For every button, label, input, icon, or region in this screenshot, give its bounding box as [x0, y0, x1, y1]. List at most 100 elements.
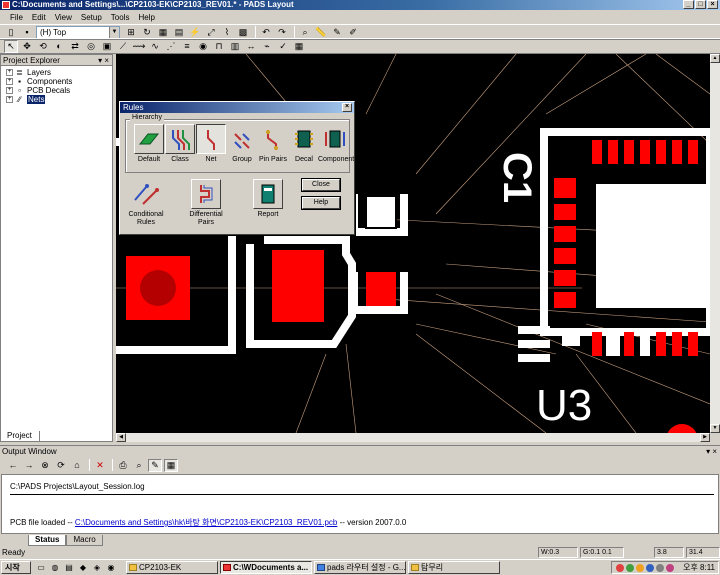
dynamic-route-icon[interactable]: ⟿ — [132, 40, 146, 53]
desktop-icon[interactable]: ▭ — [36, 563, 46, 573]
explorer-icon[interactable]: ▤ — [64, 563, 74, 573]
tab-status[interactable]: Status — [28, 535, 67, 546]
menu-edit[interactable]: Edit — [32, 13, 46, 22]
close-icon[interactable]: ▾ × — [98, 55, 109, 66]
design-toolbar-icon[interactable]: ▦ — [156, 26, 170, 39]
redo-icon[interactable]: ↷ — [275, 26, 289, 39]
measure-icon[interactable]: 📏 — [314, 26, 328, 39]
flip-icon[interactable]: ⇄ — [68, 40, 82, 53]
tree-item-components[interactable]: + ▪ Components — [6, 77, 112, 86]
vertical-scrollbar[interactable]: ▲ ▼ — [710, 54, 720, 433]
bga-icon[interactable]: ▩ — [236, 26, 250, 39]
rule-conditional-button[interactable]: Conditional Rules — [128, 179, 164, 227]
spin-icon[interactable]: ◐ — [52, 40, 66, 53]
find-icon[interactable]: ⌕ — [132, 459, 146, 472]
highlight-icon[interactable]: ✐ — [346, 26, 360, 39]
output-text-area[interactable]: C:\PADS Projects\Layout_Session.log PCB … — [1, 474, 719, 534]
task-pads-layout[interactable]: C:\WDocuments a... — [220, 561, 312, 574]
add-route-icon[interactable]: ⟋ — [116, 40, 130, 53]
rule-decal-button[interactable]: Decal — [287, 124, 321, 164]
tree-item-nets[interactable]: + ∕∕ Nets — [6, 95, 112, 104]
forward-arrow-icon[interactable]: → — [22, 459, 36, 472]
rule-pin-pairs-button[interactable]: Pin Pairs — [256, 124, 290, 164]
bus-route-icon[interactable]: ≡ — [180, 40, 194, 53]
cluster-icon[interactable]: ▣ — [100, 40, 114, 53]
tune-icon[interactable]: ⌁ — [260, 40, 274, 53]
expand-icon[interactable]: + — [6, 96, 13, 103]
app-shortcut-icon[interactable]: ◈ — [92, 563, 102, 573]
scroll-right-icon[interactable]: ▶ — [700, 433, 710, 442]
save-icon[interactable]: ▪ — [20, 26, 34, 39]
chevron-down-icon[interactable]: ▼ — [109, 26, 119, 38]
close-icon[interactable]: × — [342, 103, 352, 112]
task-cp2103[interactable]: CP2103-EK — [126, 561, 218, 574]
maximize-button[interactable]: □ — [695, 0, 706, 9]
horizontal-scrollbar[interactable]: ◀ ▶ — [116, 433, 710, 442]
rule-class-button[interactable]: Class — [163, 124, 197, 164]
rules-icon[interactable]: ▦ — [292, 40, 306, 53]
tree-item-layers[interactable]: + ≣ Layers — [6, 68, 112, 77]
menu-view[interactable]: View — [55, 13, 72, 22]
app-shortcut-icon[interactable]: ◉ — [106, 563, 116, 573]
auto-route-icon[interactable]: ⋰ — [164, 40, 178, 53]
zoom-icon[interactable]: ⌕ — [298, 26, 312, 39]
volume-icon[interactable] — [656, 564, 664, 572]
tab-project[interactable]: Project — [0, 431, 40, 442]
task-explorer[interactable]: 탐무리 — [408, 561, 500, 574]
menu-tools[interactable]: Tools — [111, 13, 130, 22]
rule-component-button[interactable]: Component — [318, 124, 354, 164]
tray-icon[interactable] — [616, 564, 624, 572]
undo-icon[interactable]: ↶ — [259, 26, 273, 39]
drafting-toolbar-icon[interactable]: ▤ — [172, 26, 186, 39]
jumper-icon[interactable]: ⊓ — [212, 40, 226, 53]
macro-icon[interactable]: ✎ — [148, 458, 162, 472]
task-browser[interactable]: pads 라우터 설정 - G... — [314, 561, 406, 574]
select-arrow-icon[interactable]: ↖ — [4, 39, 18, 53]
rule-report-button[interactable]: Report — [250, 179, 286, 219]
ecoa-toolbar-icon[interactable]: ⚡ — [188, 26, 202, 39]
start-button[interactable]: 시작 — [1, 561, 31, 574]
rule-net-button[interactable]: Net — [194, 124, 228, 164]
menu-setup[interactable]: Setup — [81, 13, 102, 22]
browser-icon[interactable]: ◍ — [50, 563, 60, 573]
tree-item-pcb-decals[interactable]: + ▫ PCB Decals — [6, 86, 112, 95]
close-button[interactable]: × — [707, 0, 718, 9]
expand-icon[interactable]: + — [6, 87, 13, 94]
minimize-button[interactable]: _ — [683, 0, 694, 9]
refresh-icon[interactable]: ⟳ — [54, 459, 68, 472]
tray-icon[interactable] — [626, 564, 634, 572]
rule-default-button[interactable]: Default — [132, 124, 166, 164]
home-icon[interactable]: ⌂ — [70, 459, 84, 472]
copper-icon[interactable]: ▥ — [228, 40, 242, 53]
rule-group-button[interactable]: Group — [225, 124, 259, 164]
rotate-icon[interactable]: ⟲ — [36, 40, 50, 53]
tray-icon[interactable] — [646, 564, 654, 572]
pan-icon[interactable]: ✎ — [330, 26, 344, 39]
menu-help[interactable]: Help — [138, 13, 154, 22]
route-icon[interactable]: ⌇ — [220, 26, 234, 39]
menu-file[interactable]: File — [10, 13, 23, 22]
expand-icon[interactable]: + — [6, 78, 13, 85]
close-icon[interactable]: ▾ × — [706, 446, 717, 457]
layer-select[interactable]: (H) Top ▼ — [36, 25, 120, 39]
rules-dialog-titlebar[interactable]: Rules × — [120, 102, 354, 113]
tab-macro[interactable]: Macro — [66, 535, 103, 546]
expand-icon[interactable]: + — [6, 69, 13, 76]
help-button[interactable]: Help — [302, 197, 340, 209]
pcb-file-link[interactable]: C:\Documents and Settings\hk\바탕 화면\CP210… — [75, 518, 337, 527]
rule-differential-pairs-button[interactable]: Differential Pairs — [186, 179, 226, 227]
length-icon[interactable]: ↔ — [244, 40, 258, 53]
scroll-up-icon[interactable]: ▲ — [710, 54, 720, 63]
clear-icon[interactable]: ✕ — [93, 459, 107, 472]
sketch-route-icon[interactable]: ∿ — [148, 40, 162, 53]
stop-icon[interactable]: ⊗ — [38, 459, 52, 472]
close-button[interactable]: Close — [302, 179, 340, 191]
verify-icon[interactable]: ✓ — [276, 40, 290, 53]
dimension-icon[interactable]: ⤢ — [204, 26, 218, 39]
print-icon[interactable]: ⎙ — [116, 459, 130, 472]
tray-icon[interactable] — [666, 564, 674, 572]
new-file-icon[interactable]: ▯ — [4, 26, 18, 39]
scroll-down-icon[interactable]: ▼ — [710, 424, 720, 433]
grid-view-icon[interactable]: ▦ — [164, 458, 178, 472]
scroll-left-icon[interactable]: ◀ — [116, 433, 126, 442]
